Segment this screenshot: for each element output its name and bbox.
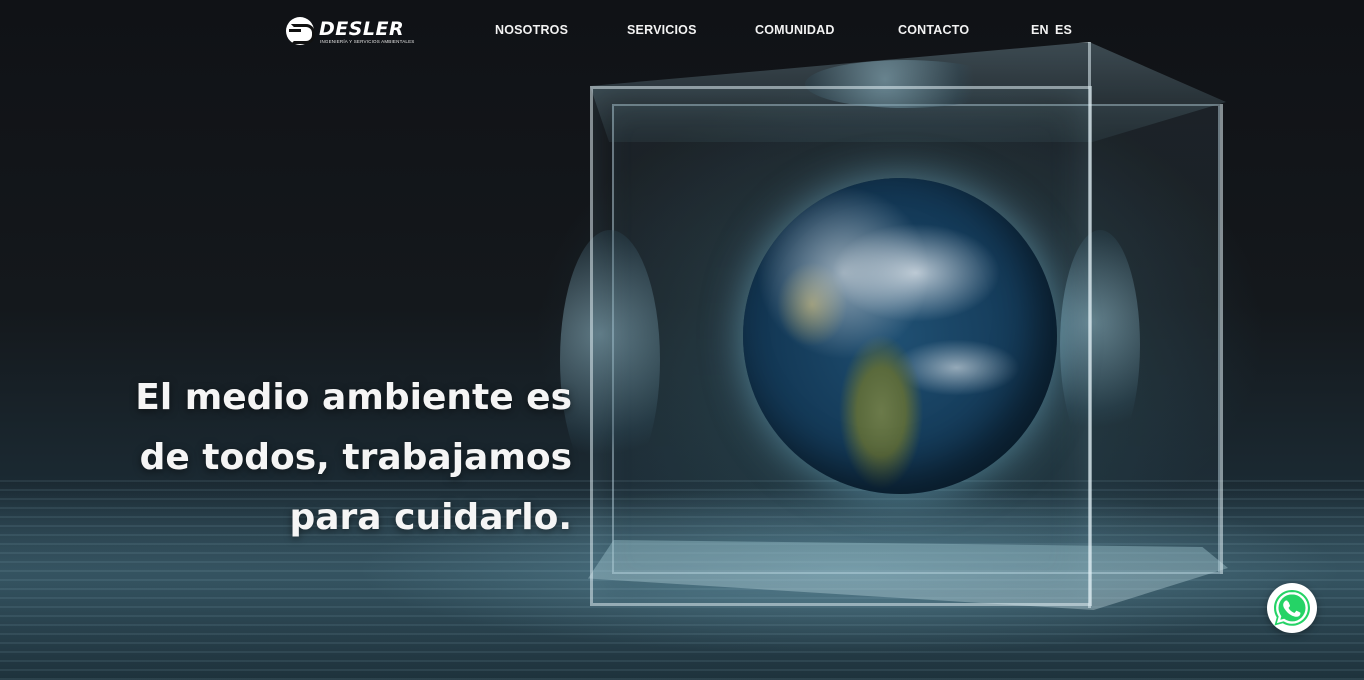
brand-name: DESLER bbox=[319, 18, 405, 40]
headline-line: El medio ambiente es bbox=[135, 377, 572, 418]
glass-cube-edge bbox=[1088, 42, 1091, 608]
whatsapp-button[interactable] bbox=[1267, 583, 1317, 633]
brand-tagline: INGENIERÍA Y SERVICIOS AMBIENTALES bbox=[320, 39, 415, 44]
desler-logo-icon bbox=[286, 17, 315, 45]
brand-logo-link[interactable]: DESLER INGENIERÍA Y SERVICIOS AMBIENTALE… bbox=[286, 17, 426, 47]
nav-link-servicios[interactable]: SERVICIOS bbox=[627, 22, 697, 38]
nav-link-contacto[interactable]: CONTACTO bbox=[898, 22, 969, 38]
glass-cube-edge bbox=[1220, 104, 1223, 574]
language-en-link[interactable]: EN bbox=[1031, 22, 1049, 38]
whatsapp-icon bbox=[1274, 590, 1310, 626]
hero-section: DESLER INGENIERÍA Y SERVICIOS AMBIENTALE… bbox=[0, 0, 1364, 680]
nav-link-comunidad[interactable]: COMUNIDAD bbox=[755, 22, 835, 38]
nav-link-nosotros[interactable]: NOSOTROS bbox=[495, 22, 568, 38]
headline-line: de todos, trabajamos bbox=[139, 437, 572, 478]
headline-line: para cuidarlo. bbox=[289, 497, 572, 538]
language-es-link[interactable]: ES bbox=[1055, 22, 1072, 38]
hero-headline: El medio ambiente es de todos, trabajamo… bbox=[112, 368, 572, 548]
glass-cube-front-face bbox=[590, 86, 1092, 606]
top-navigation: DESLER INGENIERÍA Y SERVICIOS AMBIENTALE… bbox=[0, 0, 1364, 62]
